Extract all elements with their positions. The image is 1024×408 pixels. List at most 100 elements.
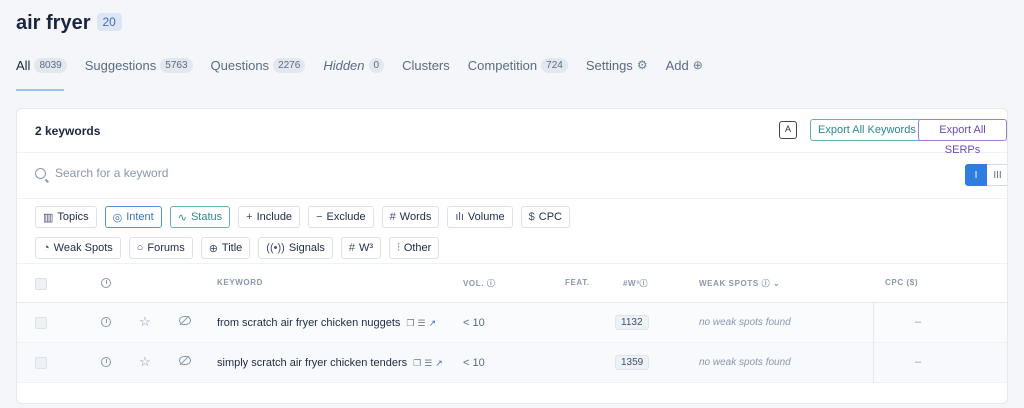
chip-label: Other (403, 242, 432, 254)
select-all-checkbox[interactable] (35, 278, 47, 290)
translate-icon[interactable]: A (779, 121, 797, 139)
keyword-count: 2 keywords (35, 124, 101, 138)
tab-all[interactable]: All 8039 (16, 57, 67, 73)
chip-label: CPC (538, 211, 562, 223)
star-icon[interactable]: ☆ (139, 314, 151, 330)
filter-exclude[interactable]: − Exclude (308, 206, 374, 228)
filter-status[interactable]: ∿ Status (169, 206, 231, 228)
weak-spots-cell: no weak spots found (699, 357, 791, 368)
filter-forums[interactable]: ○ Forums (128, 237, 193, 259)
hash-icon: # (348, 242, 356, 254)
clock-icon[interactable] (101, 357, 111, 367)
external-link-icon[interactable]: ↗ (429, 318, 440, 328)
cpc-cell: – (915, 316, 922, 328)
external-link-icon[interactable]: ↗ (435, 358, 446, 368)
keyword-actions: ❐☰↗ (406, 318, 439, 329)
tab-count: 5763 (160, 57, 193, 73)
sliders-icon: ⫶ (397, 241, 400, 254)
tab-label: Clusters (402, 57, 450, 73)
filter-volume[interactable]: ılı Volume (447, 206, 513, 228)
tab-competition[interactable]: Competition 724 (468, 57, 568, 73)
filter-intent[interactable]: ◎ Intent (104, 206, 162, 228)
target-icon: ◎ (112, 211, 123, 224)
filter-signals[interactable]: ((•)) Signals (258, 237, 333, 259)
chevron-down-icon: ⌄ (773, 279, 781, 288)
tab-label: Questions (210, 57, 270, 73)
w3-badge: 1132 (615, 315, 649, 330)
plus-circle-icon: ⊕ (692, 58, 703, 72)
info-icon: ⓘ (486, 279, 496, 288)
card-toolbar: 2 keywords A Export All Keywords Export … (17, 109, 1007, 156)
info-icon: ⓘ (761, 279, 771, 288)
tab-label: Add (665, 57, 689, 73)
keyword-actions: ❐☰↗ (413, 358, 446, 369)
clock-icon (101, 278, 111, 288)
chip-label: Title (221, 242, 243, 254)
column-view-button[interactable]: III (987, 164, 1007, 186)
chat-icon: ○ (136, 242, 144, 254)
export-keywords-button[interactable]: Export All Keywords (810, 119, 924, 141)
tab-clusters[interactable]: Clusters (402, 58, 450, 73)
filter-title[interactable]: ⊕ Title (200, 237, 251, 259)
clock-icon[interactable] (101, 317, 111, 327)
copy-icon[interactable]: ❐ (406, 318, 417, 328)
tab-bar: All 8039 Suggestions 5763 Questions 2276… (16, 57, 721, 73)
tab-count: 8039 (34, 57, 67, 73)
filter-words[interactable]: # Words (381, 206, 440, 228)
filter-cpc[interactable]: $ CPC (520, 206, 570, 228)
col-weak-spots[interactable]: WEAK SPOTS ⓘ ⌄ (699, 278, 780, 289)
weak-spots-cell: no weak spots found (699, 317, 791, 328)
filter-include[interactable]: + Include (238, 206, 301, 228)
title-badge: 20 (96, 12, 122, 31)
keyword-text: from scratch air fryer chicken nuggets (217, 317, 401, 329)
col-vol[interactable]: VOL. ⓘ (463, 278, 496, 289)
search-row: I III (17, 153, 1007, 199)
table-row: ☆ simply scratch air fryer chicken tende… (17, 343, 1007, 383)
filter-w3[interactable]: # W³ (340, 237, 382, 259)
row-checkbox[interactable] (35, 317, 47, 329)
tab-count: 2276 (273, 57, 306, 73)
volume-cell: < 10 (463, 357, 485, 369)
search-icon (35, 168, 46, 179)
table-row: ☆ from scratch air fryer chicken nuggets… (17, 303, 1007, 343)
dollar-icon: $ (528, 211, 535, 223)
col-cpc[interactable]: CPC ($) (885, 278, 918, 287)
list-view-button[interactable]: I (965, 164, 987, 186)
tab-label: Hidden (323, 57, 365, 73)
tab-settings[interactable]: Settings ⚙ (586, 58, 648, 73)
keyword-table: KEYWORD VOL. ⓘ FEAT. #W³ⓘ WEAK SPOTS ⓘ ⌄… (17, 263, 1007, 383)
gear-icon: ⚙ (636, 58, 648, 72)
col-feat[interactable]: FEAT. (565, 278, 590, 287)
column-divider (873, 343, 874, 383)
chip-label: Exclude (326, 211, 366, 223)
tab-suggestions[interactable]: Suggestions 5763 (85, 57, 193, 73)
tab-questions[interactable]: Questions 2276 (210, 57, 306, 73)
filter-weak-spots[interactable]: ◔ Weak Spots (35, 237, 121, 259)
keyword-cell[interactable]: from scratch air fryer chicken nuggets ❐… (217, 317, 439, 329)
search-input[interactable] (55, 166, 555, 180)
tab-add[interactable]: Add ⊕ (666, 58, 703, 73)
col-w3[interactable]: #W³ⓘ (623, 278, 648, 289)
export-serps-button[interactable]: Export All SERPs (918, 119, 1007, 156)
minus-icon: − (316, 211, 323, 223)
star-icon[interactable]: ☆ (139, 354, 151, 370)
keyword-cell[interactable]: simply scratch air fryer chicken tenders… (217, 357, 446, 369)
tab-hidden[interactable]: Hidden 0 (323, 57, 385, 73)
list-icon[interactable]: ☰ (417, 318, 428, 328)
eye-off-icon[interactable] (179, 356, 191, 365)
list-icon[interactable]: ☰ (424, 358, 435, 368)
col-keyword[interactable]: KEYWORD (217, 278, 263, 287)
filter-bar: ▥ Topics ◎ Intent ∿ Status + Include − Exclud… (35, 206, 735, 268)
broadcast-icon: ((•)) (266, 242, 285, 254)
filter-other[interactable]: ⫶ Other (389, 237, 440, 259)
row-checkbox[interactable] (35, 357, 47, 369)
tab-label: Settings (585, 57, 633, 73)
chip-label: Signals (288, 242, 325, 254)
copy-icon[interactable]: ❐ (413, 358, 424, 368)
eye-off-icon[interactable] (179, 316, 191, 325)
filter-topics[interactable]: ▥ Topics (35, 206, 97, 228)
cpc-cell: – (915, 356, 922, 368)
chip-label: Include (256, 211, 293, 223)
filter-row-1: ▥ Topics ◎ Intent ∿ Status + Include − Exclud… (35, 206, 735, 228)
chip-label: Intent (126, 211, 154, 223)
